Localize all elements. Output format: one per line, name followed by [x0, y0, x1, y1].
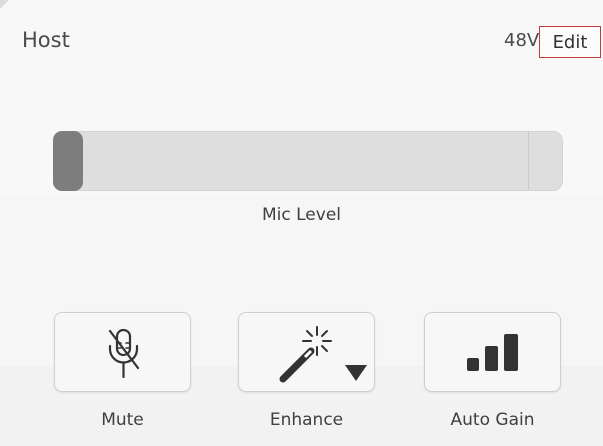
signal-bars-icon	[467, 334, 518, 371]
dropdown-arrow-icon	[345, 365, 367, 381]
channel-title: Host	[22, 28, 70, 52]
auto-gain-button[interactable]	[424, 312, 561, 392]
slider-end-marker	[528, 132, 529, 190]
mic-muted-icon	[108, 328, 140, 379]
magic-wand-icon	[279, 326, 367, 383]
mic-level-label: Mic Level	[261, 205, 341, 225]
mic-level-slider-handle[interactable]	[53, 131, 83, 191]
host-channel-panel: Host 48V Edit Mic Level Mute Enhance Aut…	[0, 0, 603, 446]
enhance-button[interactable]	[238, 312, 375, 392]
mute-label: Mute	[101, 410, 144, 430]
edit-button[interactable]: Edit	[539, 26, 601, 58]
corner-mark	[0, 0, 9, 9]
mic-level-slider[interactable]	[54, 131, 563, 191]
enhance-label: Enhance	[269, 410, 344, 430]
auto-gain-label: Auto Gain	[450, 410, 535, 430]
phantom-power-toggle[interactable]: 48V	[504, 30, 539, 51]
mute-button[interactable]	[54, 312, 191, 392]
